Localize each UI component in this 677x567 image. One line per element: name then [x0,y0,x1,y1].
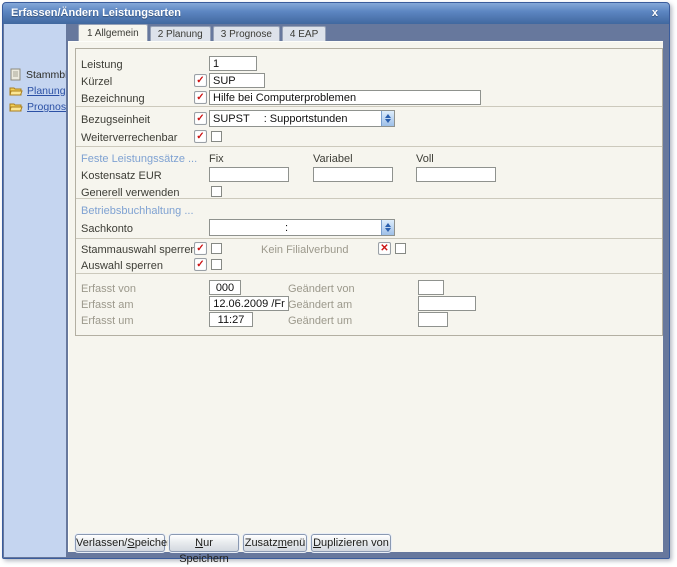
tab-eap[interactable]: 4 EAP [282,26,326,41]
window-body: Stammblatt Planung Prognose 1 Allgemein [4,24,668,557]
feste-leistungssaetze-heading: Feste Leistungssätze ... [81,153,197,165]
tab-prognose[interactable]: 3 Prognose [213,26,280,41]
column-voll-label: Voll [416,153,434,165]
weiterverrechenbar-edit-check-icon[interactable] [194,130,207,143]
leistung-input[interactable] [209,56,257,71]
kuerzel-label: Kürzel [81,76,112,88]
zusatzmenu-button[interactable]: Zusatzmenü [243,534,307,552]
bezugseinheit-combobox[interactable]: SUPST : Supportstunden [209,110,395,127]
kuerzel-input[interactable] [209,73,265,88]
geaendert-am-input[interactable] [418,296,476,311]
tab-strip: 1 Allgemein 2 Planung 3 Prognose 4 EAP [66,24,668,41]
dialog-window: Erfassen/Ändern Leistungsarten x Stammbl… [2,2,670,559]
bezugseinheit-value-desc: : Supportstunden [264,113,348,125]
geaendert-am-label: Geändert am [288,299,352,311]
sidebar-item-planung[interactable]: Planung [4,83,66,99]
verlassen-speichern-button[interactable]: Verlassen/Speichern [75,534,165,552]
separator [76,106,662,107]
window-title: Erfassen/Ändern Leistungsarten [11,7,181,19]
geaendert-von-label: Geändert von [288,283,355,295]
erfasst-von-label: Erfasst von [81,283,136,295]
sidebar-item-prognose[interactable]: Prognose [4,99,66,115]
bezeichnung-edit-check-icon[interactable] [194,91,207,104]
tab-page-allgemein: Leistung Kürzel Bezeichnung Bezugseinhei… [68,41,663,552]
separator [76,146,662,147]
sachkonto-label: Sachkonto [81,223,133,235]
stammauswahl-edit-check-icon[interactable] [194,242,207,255]
form-icon [9,68,22,81]
separator [76,273,662,274]
title-bar[interactable]: Erfassen/Ändern Leistungsarten x [3,3,669,24]
main-area: 1 Allgemein 2 Planung 3 Prognose 4 EAP L… [66,24,668,557]
sidebar-item-label[interactable]: Planung [27,85,66,97]
kein-filialverbund-label: Kein Filialverbund [261,244,348,256]
auswahl-sperren-checkbox[interactable] [211,259,222,270]
separator [76,238,662,239]
leistung-label: Leistung [81,59,123,71]
folder-icon [9,101,23,113]
bezeichnung-input[interactable] [209,90,481,105]
close-icon[interactable]: x [652,3,658,23]
kuerzel-edit-check-icon[interactable] [194,74,207,87]
geaendert-um-input[interactable] [418,312,448,327]
weiterverrechenbar-label: Weiterverrechenbar [81,132,177,144]
bezugseinheit-label: Bezugseinheit [81,114,150,126]
nur-speichern-button[interactable]: Nur Speichern [169,534,239,552]
bezugseinheit-value-code: SUPST [213,113,250,125]
sidebar: Stammblatt Planung Prognose [4,24,66,557]
generell-verwenden-checkbox[interactable] [211,186,222,197]
column-fix-label: Fix [209,153,224,165]
geaendert-um-label: Geändert um [288,315,352,327]
sidebar-item-stammblatt[interactable]: Stammblatt [4,66,66,83]
kostensatz-variabel-input[interactable] [313,167,393,182]
geaendert-von-input[interactable] [418,280,444,295]
bezugseinheit-edit-check-icon[interactable] [194,112,207,125]
bezeichnung-label: Bezeichnung [81,93,145,105]
kostensatz-label: Kostensatz EUR [81,170,162,182]
combo-arrows-icon[interactable] [381,111,394,126]
kostensatz-fix-input[interactable] [209,167,289,182]
folder-icon [9,85,23,97]
erfasst-um-input[interactable] [209,312,253,327]
kein-filialverbund-cross-icon[interactable] [378,242,391,255]
kostensatz-voll-input[interactable] [416,167,496,182]
stammauswahl-sperren-label: Stammauswahl sperren [81,244,197,256]
erfasst-um-label: Erfasst um [81,315,134,327]
weiterverrechenbar-checkbox[interactable] [211,131,222,142]
erfasst-am-input[interactable] [209,296,289,311]
sachkonto-value: : [213,222,288,234]
auswahl-edit-check-icon[interactable] [194,258,207,271]
duplizieren-von-button[interactable]: Duplizieren von [311,534,391,552]
stammauswahl-sperren-checkbox[interactable] [211,243,222,254]
betriebsbuchhaltung-heading: Betriebsbuchhaltung ... [81,205,194,217]
sachkonto-combobox[interactable]: : [209,219,395,236]
column-variabel-label: Variabel [313,153,353,165]
erfasst-von-input[interactable] [209,280,241,295]
tab-allgemein[interactable]: 1 Allgemein [78,24,148,41]
erfasst-am-label: Erfasst am [81,299,134,311]
auswahl-sperren-label: Auswahl sperren [81,260,163,272]
combo-arrows-icon[interactable] [381,220,394,235]
kein-filialverbund-checkbox[interactable] [395,243,406,254]
separator [76,198,662,199]
tab-planung[interactable]: 2 Planung [150,26,211,41]
